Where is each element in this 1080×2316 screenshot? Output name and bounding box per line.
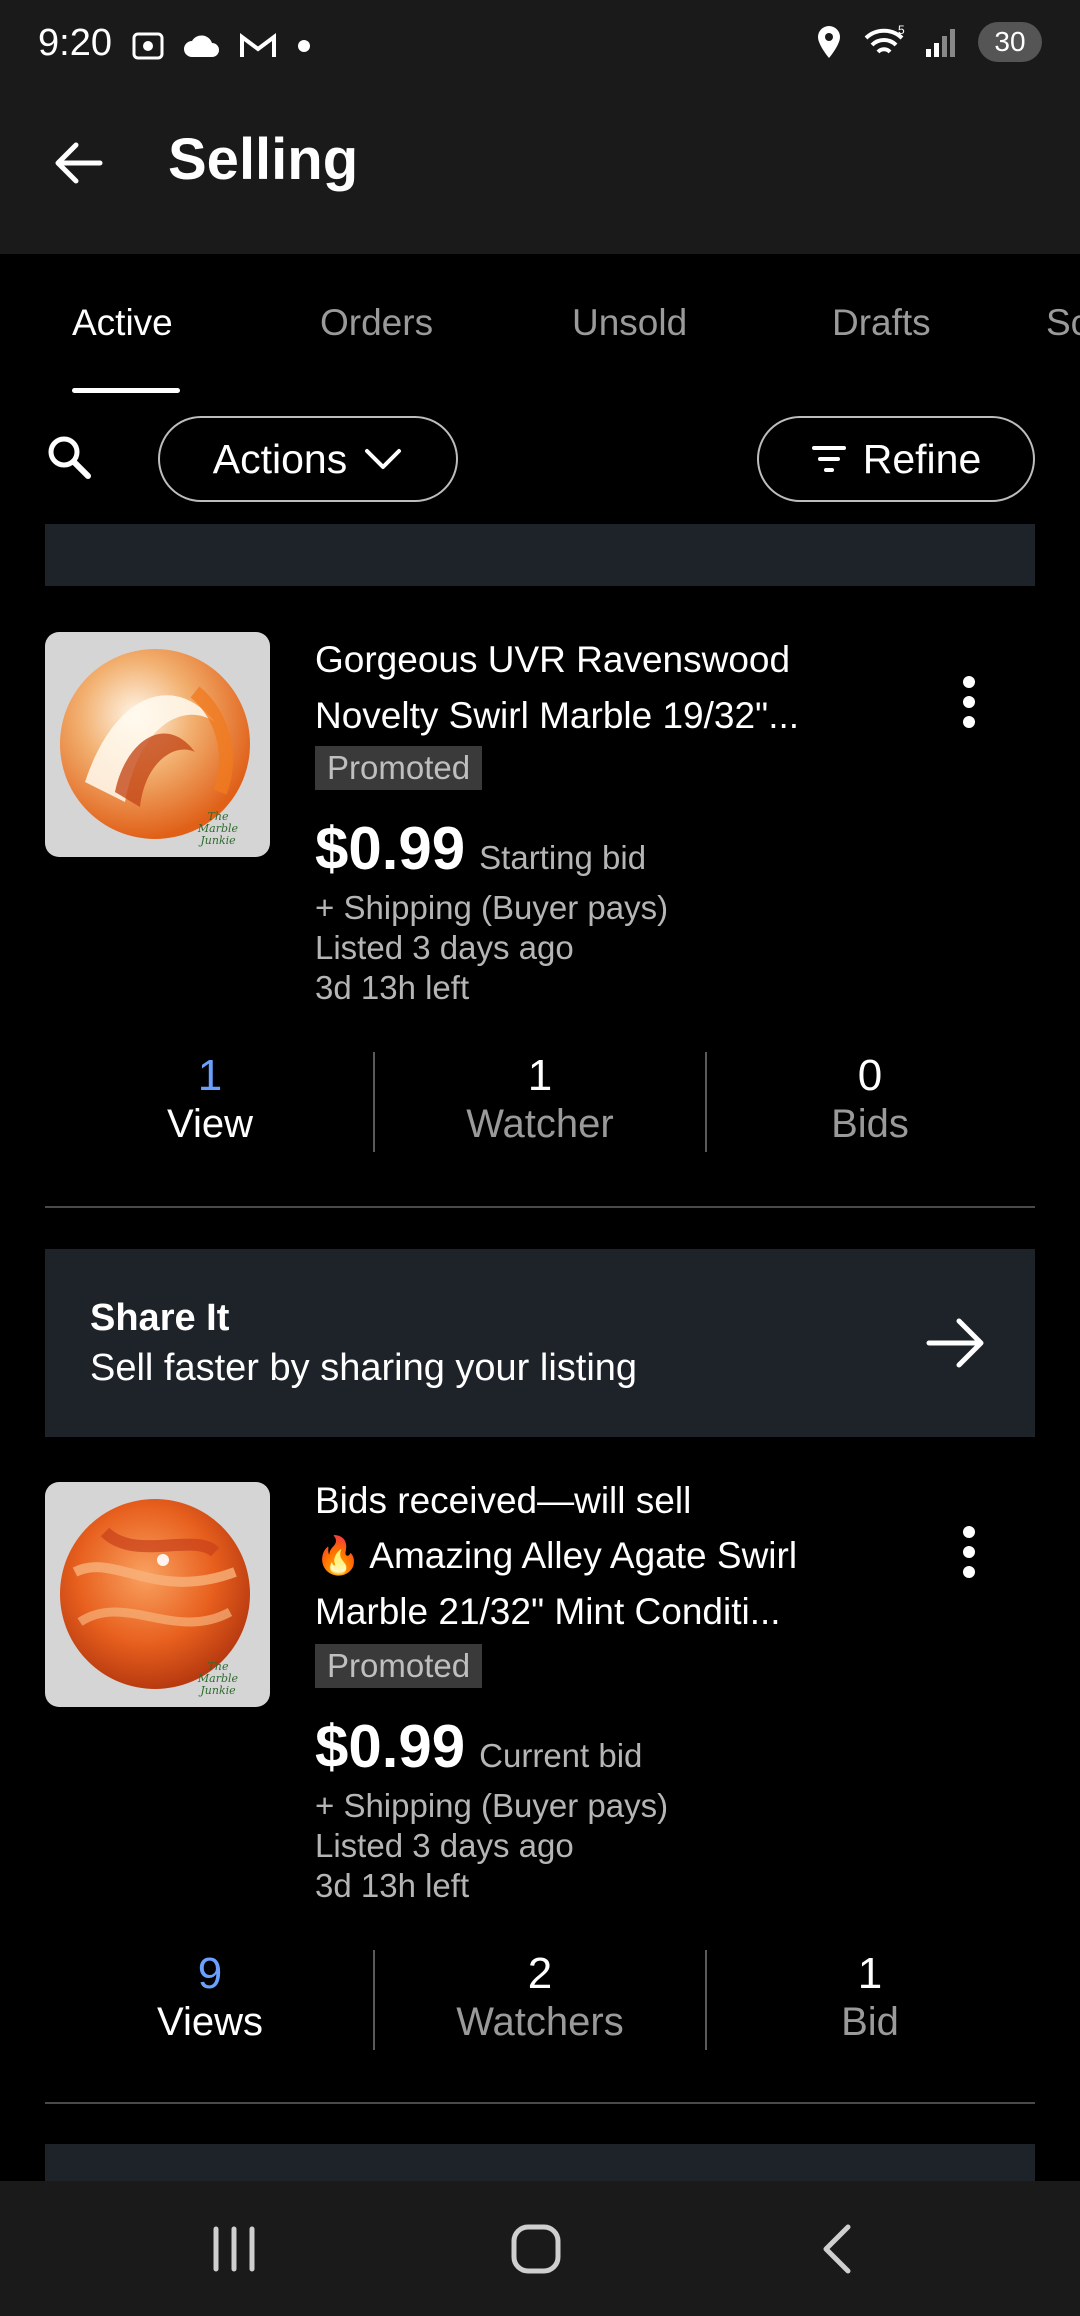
wifi-icon: 5 xyxy=(864,24,905,54)
bids-count: 1 xyxy=(857,1949,883,1998)
system-navigation-bar xyxy=(0,2181,1080,2316)
thumbnail-watermark: The Marble Junkie xyxy=(197,810,239,847)
location-icon xyxy=(818,26,840,58)
bids-label: Bid xyxy=(841,2000,899,2044)
listing-stats: 1 View 1 Watcher 0 Bids xyxy=(45,1052,1035,1162)
views-label: View xyxy=(167,1102,253,1146)
actions-label: Actions xyxy=(212,435,348,482)
screenshot-icon xyxy=(132,32,164,60)
watchers-count: 2 xyxy=(527,1949,553,1998)
signal-icon xyxy=(926,29,955,57)
listing-divider xyxy=(45,1206,1035,1208)
listing-status: Bids received—will sell xyxy=(315,1480,692,1521)
tab-bar: Active Orders Unsold Drafts Sc xyxy=(0,254,1080,394)
thumbnail-watermark: The Marble Junkie xyxy=(197,1660,239,1697)
status-time: 9:20 xyxy=(38,22,112,64)
gmail-icon xyxy=(240,33,276,57)
stat-watchers[interactable]: 2 Watchers xyxy=(375,1950,705,2046)
active-tab-indicator xyxy=(72,388,180,393)
tab-orders[interactable]: Orders xyxy=(320,302,433,344)
listing-title[interactable]: 🔥 Amazing Alley Agate Swirl Marble 21/32… xyxy=(315,1528,875,1640)
page-title: Selling xyxy=(168,127,359,192)
tab-active[interactable]: Active xyxy=(72,302,173,344)
chevron-down-icon xyxy=(365,449,402,469)
status-bar: 9:20 5 30 xyxy=(0,0,1080,96)
views-count: 9 xyxy=(197,1949,223,1998)
listed-date: Listed 3 days ago xyxy=(315,929,574,966)
status-system-icons: 5 30 xyxy=(814,22,1042,62)
back-nav-icon[interactable] xyxy=(798,2217,878,2281)
bids-count: 0 xyxy=(857,1051,883,1100)
home-icon[interactable] xyxy=(496,2217,576,2281)
listings-list: The Marble Junkie Gorgeous UVR Ravenswoo… xyxy=(0,524,1080,2181)
shipping-info: + Shipping (Buyer pays) xyxy=(315,1787,669,1824)
price-row: $0.99 Starting bid xyxy=(315,814,646,883)
watchers-label: Watcher xyxy=(466,1102,614,1146)
recent-apps-icon[interactable] xyxy=(194,2217,274,2281)
search-icon[interactable] xyxy=(44,432,94,482)
share-text: Sell faster by sharing your listing xyxy=(90,1347,638,1389)
filter-icon xyxy=(811,446,846,472)
stat-bids[interactable]: 1 Bid xyxy=(705,1950,1035,2046)
watchers-count: 1 xyxy=(527,1051,553,1100)
views-count: 1 xyxy=(197,1051,223,1100)
refine-label: Refine xyxy=(862,435,982,482)
tab-scheduled[interactable]: Sc xyxy=(1046,302,1080,344)
share-title: Share It xyxy=(90,1297,230,1339)
actions-button[interactable]: Actions xyxy=(158,416,458,502)
time-left: 3d 13h left xyxy=(315,1867,470,1904)
more-options-icon[interactable] xyxy=(944,1512,994,1592)
more-options-icon[interactable] xyxy=(944,662,994,742)
stat-bids[interactable]: 0 Bids xyxy=(705,1052,1035,1148)
arrow-right-icon[interactable] xyxy=(925,1315,987,1371)
tab-drafts[interactable]: Drafts xyxy=(832,302,931,344)
share-it-card[interactable]: Share It Sell faster by sharing your lis… xyxy=(45,1249,1035,1437)
next-banner-card[interactable] xyxy=(45,2144,1035,2181)
previous-banner-card[interactable] xyxy=(45,524,1035,586)
watchers-label: Watchers xyxy=(456,2000,624,2044)
listed-date: Listed 3 days ago xyxy=(315,1827,574,1864)
back-arrow-icon[interactable] xyxy=(48,132,110,194)
stat-views[interactable]: 9 Views xyxy=(45,1950,375,2046)
svg-text:5: 5 xyxy=(898,24,905,37)
cloud-icon xyxy=(184,35,219,57)
filter-row: Actions Refine xyxy=(0,394,1080,524)
time-left: 3d 13h left xyxy=(315,969,470,1006)
notification-dot-icon xyxy=(298,40,310,52)
listing-divider xyxy=(45,2102,1035,2104)
listing-thumbnail[interactable]: The Marble Junkie xyxy=(45,632,270,857)
promoted-badge: Promoted xyxy=(315,1644,483,1688)
listing-item[interactable]: The Marble Junkie Bids received—will sel… xyxy=(0,1480,1080,2181)
listing-thumbnail[interactable]: The Marble Junkie xyxy=(45,1482,270,1707)
listing-title[interactable]: Gorgeous UVR Ravenswood Novelty Swirl Ma… xyxy=(315,632,875,744)
bids-label: Bids xyxy=(831,1102,909,1146)
app-header: Selling xyxy=(0,96,1080,254)
refine-button[interactable]: Refine xyxy=(757,416,1035,502)
listing-stats: 9 Views 2 Watchers 1 Bid xyxy=(45,1950,1035,2060)
price-label: Current bid xyxy=(479,1737,643,1774)
status-notification-icons xyxy=(130,28,314,64)
listing-price: $0.99 xyxy=(315,1713,466,1780)
shipping-info: + Shipping (Buyer pays) xyxy=(315,889,669,926)
stat-views[interactable]: 1 View xyxy=(45,1052,375,1148)
price-label: Starting bid xyxy=(479,839,647,876)
listing-price: $0.99 xyxy=(315,815,466,882)
stat-watchers[interactable]: 1 Watcher xyxy=(375,1052,705,1148)
price-row: $0.99 Current bid xyxy=(315,1712,642,1781)
views-label: Views xyxy=(157,2000,263,2044)
tab-unsold[interactable]: Unsold xyxy=(572,302,687,344)
promoted-badge: Promoted xyxy=(315,746,483,790)
battery-indicator: 30 xyxy=(978,22,1042,62)
